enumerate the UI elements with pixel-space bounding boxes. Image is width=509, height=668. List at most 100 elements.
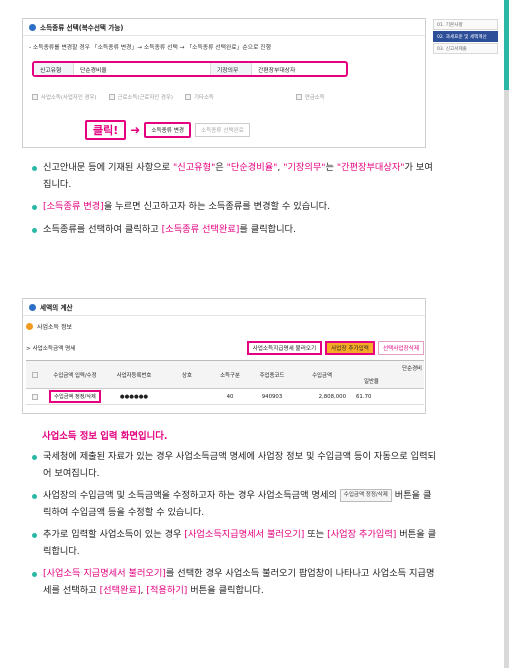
bullet-dot-icon bbox=[29, 23, 36, 31]
table-row: 수입금액 정정/삭제 ●●●●●● 40 940903 2,808,000 61… bbox=[26, 389, 424, 405]
biz-income-list-label: > 사업소득금액 명세 bbox=[26, 346, 76, 352]
step-item[interactable]: 02. 과세표준 및 세액계산 bbox=[433, 31, 498, 42]
row-revenue: 2,808,000 bbox=[318, 393, 346, 400]
highlight-text: [선택완료] bbox=[99, 584, 141, 596]
highlight-text: [사업장 추가입력] bbox=[327, 529, 397, 540]
highlight-text: "단순경비율" bbox=[226, 162, 278, 173]
row-checkbox[interactable] bbox=[31, 393, 38, 400]
income-checkbox-item[interactable]: 연금소득 bbox=[295, 93, 325, 101]
step-nav: 01. 기본사항 02. 과세표준 및 세액계산 03. 신고서제출 bbox=[433, 19, 498, 55]
click-label: 클릭! bbox=[85, 120, 127, 140]
arrow-right-icon: ➜ bbox=[130, 123, 141, 137]
instruction-bullet: 사업장의 수입금액 및 소득금액을 수정하고자 하는 경우 사업소득금액 명세의… bbox=[32, 488, 437, 521]
table-header: 수입금액 입력/수정 사업자등록번호 상호 소득구분 주업종코드 수입금액 단순… bbox=[26, 360, 424, 389]
col-rate-top: 단순경비 bbox=[402, 365, 422, 372]
report-type-value: 단순경비율 bbox=[80, 67, 107, 74]
instruction-bullet: [소득종류 변경]을 누르면 신고하고자 하는 소득종류를 변경할 수 있습니다… bbox=[32, 199, 437, 216]
add-business-button[interactable]: 사업장 추가입력 bbox=[325, 341, 375, 355]
col-rate: 단순경비 일반율 bbox=[350, 361, 424, 388]
checkbox-icon[interactable] bbox=[108, 94, 115, 100]
bullet-text: 신고안내문 등에 기재된 사항으로 bbox=[43, 162, 174, 173]
col-rate-bottom: 일반율 bbox=[364, 379, 379, 386]
bullet-text: 국세청에 제출된 자료가 있는 경우 사업소득금액 명세에 사업장 정보 및 수… bbox=[43, 451, 436, 479]
row-biz-no: ●●●●●● bbox=[119, 393, 149, 400]
bullet-text: 또는 bbox=[304, 529, 328, 540]
biz-income-table: 수입금액 입력/수정 사업자등록번호 상호 소득구분 주업종코드 수입금액 단순… bbox=[26, 360, 424, 405]
income-type-panel: 소득종류 선택(복수선택 가능) - 소득종류를 변경할 경우 「소득종류 변경… bbox=[22, 18, 426, 148]
complete-income-button[interactable]: 소득종류 선택완료 bbox=[194, 123, 250, 137]
col-biz-no: 사업자등록번호 bbox=[116, 372, 152, 379]
scroll-thumb[interactable] bbox=[504, 0, 509, 90]
highlight-text: [사업소득 지급명세서 불러오기] bbox=[43, 568, 166, 579]
col-edit: 수입금액 입력/수정 bbox=[53, 372, 97, 379]
instruction-bullet: 추가로 입력할 사업소득이 있는 경우 [사업소득지급명세서 불러오기] 또는 … bbox=[32, 527, 437, 560]
report-type-label: 신고유형 bbox=[34, 63, 74, 75]
instruction-bullet: [사업소득 지급명세서 불러오기]를 선택한 경우 사업소득 불러오기 팝업창이… bbox=[32, 566, 437, 599]
row-select-cell bbox=[26, 393, 46, 400]
income-checkbox-item[interactable]: 기타소득 bbox=[185, 93, 214, 101]
col-income-type: 소득구분 bbox=[220, 372, 240, 379]
income-checkboxes: 사업소득(사업자인 경우) 근로소득(근로자인 경우) 기타소득 연금소득 bbox=[32, 93, 414, 101]
change-income-button[interactable]: 소득종류 변경 bbox=[144, 122, 191, 138]
row-rate: 61.70 bbox=[356, 393, 372, 400]
col-name: 상호 bbox=[182, 372, 192, 379]
checkbox-label: 근로소득(근로자인 경우) bbox=[117, 95, 174, 101]
scroll-rail[interactable] bbox=[504, 0, 509, 668]
bullet-text: 은 bbox=[215, 162, 227, 173]
edit-revenue-button[interactable]: 수입금액 정정/삭제 bbox=[49, 390, 101, 403]
delete-business-button[interactable]: 선택사업장삭제 bbox=[377, 341, 424, 355]
checkbox-label: 기타소득 bbox=[194, 95, 214, 101]
instructions-top: 신고안내문 등에 기재된 사항으로 "신고유형"은 "단순경비율", "기장의무… bbox=[32, 160, 437, 238]
subsection-dot-icon bbox=[26, 322, 33, 330]
bookkeeping-label: 기장의무 bbox=[210, 63, 252, 75]
checkbox-label: 연금소득 bbox=[304, 95, 325, 101]
inline-button-chip: 수입금액 정정/삭제 bbox=[339, 489, 392, 502]
section-caption: 사업소득 정보 입력 화면입니다. bbox=[42, 431, 168, 442]
income-type-title: 소득종류 선택(복수선택 가능) bbox=[40, 24, 124, 32]
bullet-text: 을 누르면 신고하고자 하는 소득종류를 변경할 수 있습니다. bbox=[103, 201, 331, 212]
tax-calc-panel: 세액의 계산 사업소득 정보 > 사업소득금액 명세 사업소득지급명세 불러오기… bbox=[22, 298, 426, 414]
highlight-text: "간편장부대상자" bbox=[336, 162, 405, 173]
instruction-bullet: 소득종류를 선택하여 클릭하고 [소득종류 선택완료]를 클릭합니다. bbox=[32, 222, 437, 239]
biz-income-subheader: 사업소득 정보 bbox=[23, 319, 425, 333]
instruction-bullet: 국세청에 제출된 자료가 있는 경우 사업소득금액 명세에 사업장 정보 및 수… bbox=[32, 449, 437, 482]
select-all-cell bbox=[26, 361, 46, 388]
row-income-type: 40 bbox=[226, 393, 234, 400]
instruction-bullet: 신고안내문 등에 기재된 사항으로 "신고유형"은 "단순경비율", "기장의무… bbox=[32, 160, 437, 193]
col-revenue: 수입금액 bbox=[312, 372, 332, 379]
checkbox-icon[interactable] bbox=[295, 94, 302, 100]
checkbox-icon[interactable] bbox=[32, 94, 38, 100]
bullet-text: 사업장의 수입금액 및 소득금액을 수정하고자 하는 경우 사업소득금액 명세의 bbox=[43, 490, 340, 501]
highlight-text: "신고유형" bbox=[173, 162, 216, 173]
bullet-text: 를 클릭합니다. bbox=[239, 223, 296, 235]
highlight-text: [소득종류 선택완료] bbox=[161, 223, 240, 235]
income-checkbox-item[interactable]: 근로소득(근로자인 경우) bbox=[108, 93, 174, 101]
checkbox-icon[interactable] bbox=[185, 94, 192, 100]
highlight-text: [소득종류 변경] bbox=[43, 201, 104, 212]
tax-calc-title: 세액의 계산 bbox=[40, 304, 73, 312]
bullet-text: 는 bbox=[325, 162, 337, 173]
bullet-dot-icon bbox=[29, 303, 36, 311]
step-item[interactable]: 01. 기본사항 bbox=[433, 19, 498, 30]
highlight-text: "기장의무" bbox=[283, 162, 326, 173]
row-industry-code: 940903 bbox=[261, 393, 283, 400]
biz-income-subtitle: 사업소득 정보 bbox=[37, 323, 73, 331]
income-checkbox-item[interactable]: 사업소득(사업자인 경우) bbox=[32, 93, 97, 101]
income-type-header: 소득종류 선택(복수선택 가능) bbox=[23, 19, 425, 36]
bullet-text: 소득종류를 선택하여 클릭하고 bbox=[43, 223, 162, 235]
income-type-note: - 소득종류를 변경할 경우 「소득종류 변경」→ 소득종류 선택 → 「소득종… bbox=[29, 45, 271, 51]
highlight-text: [적용하기] bbox=[146, 584, 188, 596]
highlight-text: [사업소득지급명세서 불러오기] bbox=[184, 529, 305, 540]
bookkeeping-value: 간편장부대상자 bbox=[258, 67, 296, 74]
row-edit-cell: 수입금액 정정/삭제 bbox=[46, 390, 104, 403]
bullet-text: 추가로 입력할 사업소득이 있는 경우 bbox=[43, 529, 185, 540]
instructions-bottom: 국세청에 제출된 자료가 있는 경우 사업소득금액 명세에 사업장 정보 및 수… bbox=[32, 449, 437, 599]
load-statement-button[interactable]: 사업소득지급명세 불러오기 bbox=[246, 341, 323, 355]
tax-calc-header: 세액의 계산 bbox=[23, 299, 425, 316]
report-type-row: 신고유형 단순경비율 기장의무 간편장부대상자 bbox=[32, 61, 348, 77]
select-all-checkbox[interactable] bbox=[31, 371, 38, 378]
step-item[interactable]: 03. 신고서제출 bbox=[433, 43, 498, 54]
col-industry-code: 주업종코드 bbox=[259, 372, 285, 379]
biz-income-toolbar: > 사업소득금액 명세 사업소득지급명세 불러오기 사업장 추가입력 선택사업장… bbox=[26, 340, 424, 356]
bullet-text: 버튼을 클릭합니다. bbox=[187, 584, 264, 596]
